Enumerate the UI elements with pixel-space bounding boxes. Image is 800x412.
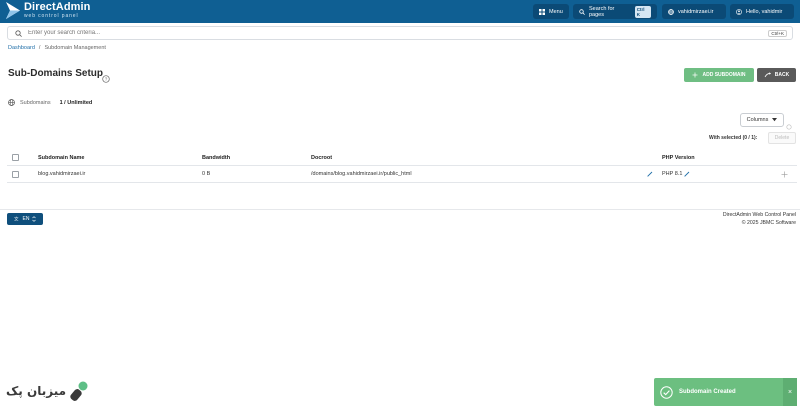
search-shortcut: Ctrl+K [768,29,787,37]
breadcrumb-current: Subdomain Management [44,45,106,51]
plus-icon [781,171,788,178]
page-title: Sub-Domains Setup [8,68,104,79]
row-checkbox[interactable] [12,170,19,178]
svg-text:?: ? [105,77,108,82]
subdomain-docroot: /domains/blog.vahidmirzaei.ir/public_htm… [311,171,412,177]
global-search-bar: Ctrl+K [7,26,793,40]
add-subdomain-button[interactable]: ADD SUBDOMAIN [684,68,754,82]
edit-php-button[interactable] [684,166,690,182]
watermark-text: میزبان پک [6,384,67,398]
search-pages-label: Search for pages [589,5,615,18]
footer-line-copyright: © 2025 JBMC Software [741,219,796,226]
top-navigation-bar: DirectAdmin web control panel Menu Searc… [0,0,800,23]
footer-divider [0,209,800,210]
watermark-badge-icon [69,380,89,402]
account-domain-label: vahidmirzaei.ir [678,8,714,15]
breadcrumb-dashboard-link[interactable]: Dashboard [8,45,35,51]
footer-line-product: DirectAdmin Web Control Panel [722,212,796,218]
watermark-logo: میزبان پک [6,380,89,402]
language-selector[interactable]: 文 EN [7,213,43,225]
directadmin-logo-icon [6,2,20,19]
user-menu-button[interactable]: Hello, vahidmir [730,4,794,19]
select-all-cell [12,150,19,165]
table-header: Subdomain Name Bandwidth Docroot PHP Ver… [7,150,797,166]
menu-label: Menu [549,8,563,15]
toast-notification: Subdomain Created × [654,378,797,406]
row-select-cell [12,166,19,182]
search-input[interactable] [28,30,728,36]
logo-subtitle: web control panel [24,13,79,19]
grid-icon [539,8,545,15]
directadmin-logo[interactable]: DirectAdmin web control panel [6,2,91,19]
arrow-back-icon [764,72,771,78]
column-header-bandwidth[interactable]: Bandwidth [202,150,230,165]
back-label: BACK [774,72,790,78]
translate-icon: 文 [14,216,20,222]
user-icon [736,8,742,15]
chevron-updown-icon [32,216,37,222]
edit-docroot-button[interactable] [647,166,653,182]
caret-down-icon [772,118,778,122]
search-pages-shortcut: Ctrl K [634,5,651,18]
subdomain-name[interactable]: blog.vahidmirzaei.ir [38,166,85,182]
subdomain-php-version: PHP 8.1 [662,171,683,177]
selection-status: With selected (0 / 1): [709,135,758,141]
logo-title: DirectAdmin [24,1,91,13]
summary-count: 1 / Unlimited [59,99,93,106]
pencil-icon [647,171,653,177]
summary-label: Subdomains [20,99,51,106]
column-header-name[interactable]: Subdomain Name [38,150,84,165]
add-subdomain-label: ADD SUBDOMAIN [702,72,746,78]
subdomain-summary: Subdomains 1 / Unlimited [8,99,92,106]
plus-icon [692,72,698,78]
back-button[interactable]: BACK [757,68,796,82]
toast-close-button[interactable]: × [783,378,797,406]
column-header-php[interactable]: PHP Version [662,150,695,165]
columns-dropdown[interactable]: Columns [740,113,784,127]
column-header-docroot[interactable]: Docroot [311,150,332,165]
breadcrumb: Dashboard / Subdomain Management [8,45,106,51]
search-pages-button[interactable]: Search for pages Ctrl K [573,4,657,19]
user-greeting: Hello, vahidmir [746,8,783,15]
subdomain-bandwidth: 0 B [202,171,211,177]
row-expand-button[interactable] [781,166,788,182]
search-icon [579,8,585,15]
svg-text:文: 文 [14,216,19,222]
breadcrumb-separator: / [38,45,41,51]
footer-copyright: DirectAdmin Web Control Panel © 2025 JBM… [723,212,796,227]
help-icon[interactable]: ? [102,70,110,88]
select-all-checkbox[interactable] [12,154,19,161]
table-row: blog.vahidmirzaei.ir 0 B /domains/blog.v… [7,166,797,183]
toast-message: Subdomain Created [679,389,736,395]
globe-icon [8,99,15,106]
columns-label: Columns [746,117,769,123]
pencil-icon [684,171,690,177]
search-icon [15,29,22,37]
account-domain-button[interactable]: vahidmirzaei.ir [662,4,726,19]
delete-button[interactable]: Delete [768,132,796,144]
check-circle-icon [660,385,673,399]
globe-icon [668,8,674,15]
menu-button[interactable]: Menu [533,4,569,19]
language-label: EN [22,216,30,222]
